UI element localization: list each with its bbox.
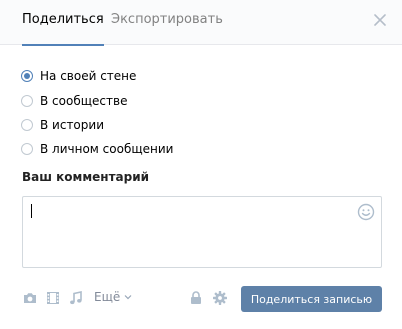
share-option-story[interactable]: В истории	[21, 117, 104, 133]
radio-community[interactable]	[21, 95, 33, 107]
share-option-wall[interactable]: На своей стене	[21, 68, 136, 84]
video-icon	[47, 292, 59, 304]
share-post-button[interactable]: Поделиться записью	[241, 286, 382, 312]
active-tab-underline	[22, 44, 104, 46]
more-attachments-button[interactable]: Ещё	[94, 290, 132, 304]
more-label: Ещё	[94, 290, 121, 304]
camera-icon	[24, 293, 36, 303]
smile-icon	[357, 203, 375, 221]
tab-export[interactable]: Экспортировать	[111, 0, 223, 45]
share-option-message[interactable]: В личном сообщении	[21, 141, 173, 157]
radio-message[interactable]	[21, 143, 33, 155]
music-icon	[70, 291, 82, 305]
lock-icon	[191, 291, 201, 304]
share-option-message-label: В личном сообщении	[40, 142, 174, 156]
text-caret	[31, 204, 32, 218]
share-post-button-label: Поделиться записью	[250, 292, 373, 306]
attach-video-button[interactable]	[46, 290, 60, 309]
comment-input[interactable]	[22, 196, 382, 268]
emoji-button[interactable]	[357, 203, 375, 221]
share-option-story-label: В истории	[40, 118, 104, 132]
privacy-button[interactable]	[189, 290, 203, 309]
tab-export-label: Экспортировать	[111, 12, 223, 27]
radio-story[interactable]	[21, 119, 33, 131]
share-option-community-label: В сообществе	[40, 94, 128, 108]
comment-label: Ваш комментарий	[22, 170, 150, 184]
attach-audio-button[interactable]	[68, 290, 84, 309]
tab-bar: Поделиться Экспортировать	[0, 0, 402, 46]
share-option-wall-label: На своей стене	[40, 69, 137, 83]
radio-wall[interactable]	[21, 70, 33, 82]
tab-share-label: Поделиться	[22, 12, 104, 27]
gear-icon	[213, 291, 227, 305]
close-icon	[374, 14, 386, 26]
close-button[interactable]	[372, 12, 388, 28]
chevron-down-icon	[124, 295, 132, 300]
tab-share[interactable]: Поделиться	[22, 0, 104, 46]
settings-button[interactable]	[212, 290, 228, 309]
share-option-community[interactable]: В сообществе	[21, 93, 127, 109]
attach-photo-button[interactable]	[22, 290, 38, 309]
